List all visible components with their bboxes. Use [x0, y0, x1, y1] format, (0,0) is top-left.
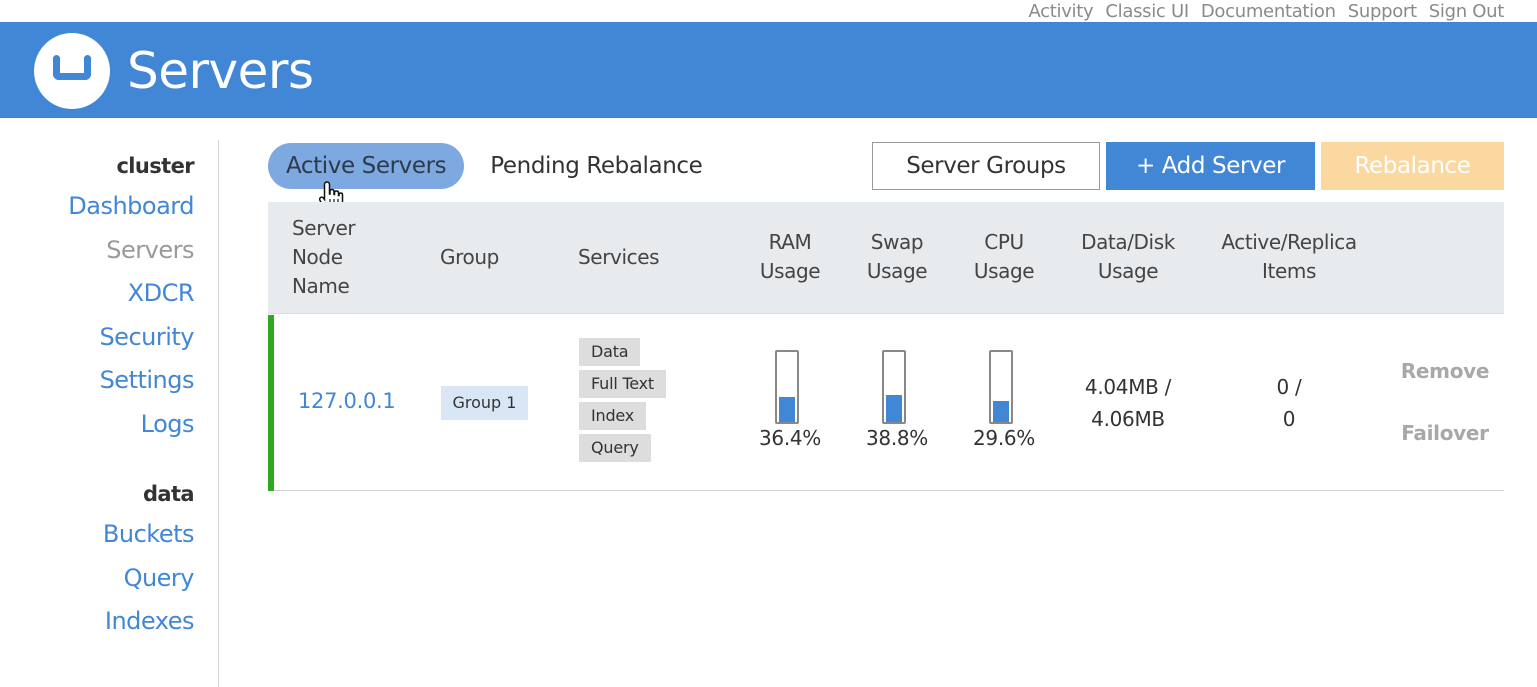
add-server-button[interactable]: + Add Server [1106, 142, 1315, 190]
cpu-usage-fill [993, 401, 1009, 422]
sidebar-item-dashboard[interactable]: Dashboard [68, 192, 194, 220]
column-header-items[interactable]: Active/Replica Items [1209, 228, 1369, 286]
ram-usage-fill [779, 396, 795, 422]
couchbase-logo-icon[interactable] [34, 33, 110, 109]
service-badge-index: Index [579, 402, 647, 430]
top-link-classic-ui[interactable]: Classic UI [1105, 1, 1189, 22]
ram-usage-value: 36.4% [758, 426, 822, 450]
column-header-ram[interactable]: RAM Usage [735, 228, 845, 286]
sidebar-item-security[interactable]: Security [99, 323, 194, 351]
sidebar-item-buckets[interactable]: Buckets [103, 520, 195, 548]
column-header-disk[interactable]: Data/Disk Usage [1058, 228, 1198, 286]
sidebar-item-servers[interactable]: Servers [106, 236, 194, 264]
table-row[interactable]: 127.0.0.1 Group 1 Data Full Text Index Q… [268, 313, 1504, 491]
swap-usage-fill [886, 394, 902, 422]
active-replica-items: 0 / 0 [1276, 375, 1302, 431]
sidebar-group-cluster: cluster [116, 154, 194, 178]
failover-button[interactable]: Failover [1390, 421, 1500, 445]
top-link-support[interactable]: Support [1348, 1, 1417, 22]
top-links: Activity Classic UI Documentation Suppor… [1028, 0, 1504, 22]
remove-button[interactable]: Remove [1390, 359, 1500, 383]
top-link-documentation[interactable]: Documentation [1201, 1, 1336, 22]
service-badge-data: Data [579, 338, 641, 366]
ram-usage-meter [775, 350, 799, 424]
sidebar: cluster Dashboard Servers XDCR Security … [0, 140, 219, 687]
top-link-sign-out[interactable]: Sign Out [1429, 1, 1505, 22]
service-badge-query: Query [579, 434, 651, 462]
data-disk-usage: 4.04MB / 4.06MB [1084, 375, 1172, 431]
column-header-cpu[interactable]: CPU Usage [949, 228, 1059, 286]
sidebar-item-logs[interactable]: Logs [141, 410, 195, 438]
header-bar: Servers [0, 22, 1537, 118]
page-title: Servers [127, 42, 314, 100]
sidebar-item-indexes[interactable]: Indexes [105, 607, 195, 635]
column-header-group[interactable]: Group [440, 243, 499, 272]
sidebar-item-settings[interactable]: Settings [100, 366, 195, 394]
sidebar-group-data: data [142, 482, 195, 506]
tab-active-servers[interactable]: Active Servers [268, 143, 465, 189]
node-status-indicator [268, 315, 274, 491]
sidebar-item-xdcr[interactable]: XDCR [128, 279, 195, 307]
swap-usage-meter [882, 350, 906, 424]
service-badge-full-text: Full Text [579, 370, 667, 398]
cpu-usage-meter [989, 350, 1013, 424]
top-link-activity[interactable]: Activity [1028, 1, 1093, 22]
cpu-usage-value: 29.6% [972, 426, 1036, 450]
server-node-name[interactable]: 127.0.0.1 [298, 389, 396, 413]
rebalance-button[interactable]: Rebalance [1321, 142, 1504, 190]
swap-usage-value: 38.8% [865, 426, 929, 450]
servers-table-header: Server Node Name Group Services RAM Usag… [268, 202, 1504, 313]
tab-pending-rebalance[interactable]: Pending Rebalance [472, 143, 720, 189]
server-groups-button[interactable]: Server Groups [872, 142, 1100, 190]
sidebar-item-query[interactable]: Query [124, 564, 195, 592]
column-header-services: Services [578, 245, 660, 269]
column-header-name[interactable]: Server Node Name [292, 214, 356, 301]
group-badge: Group 1 [441, 386, 528, 420]
column-header-swap[interactable]: Swap Usage [842, 228, 952, 286]
